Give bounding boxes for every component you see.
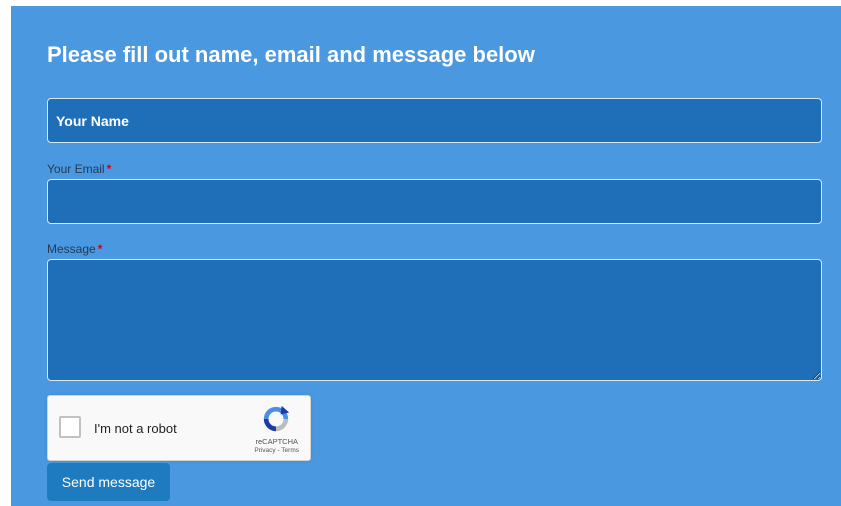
recaptcha-checkbox[interactable] <box>59 416 81 438</box>
send-message-button[interactable]: Send message <box>47 463 170 501</box>
recaptcha-checkbox-label: I'm not a robot <box>94 421 177 436</box>
recaptcha-brand: reCAPTCHA <box>255 437 298 446</box>
required-marker: * <box>97 242 103 256</box>
message-label: Message * <box>47 242 102 256</box>
required-marker: * <box>106 162 112 176</box>
recaptcha-widget: I'm not a robot reCAPTCHA Privacy - Term… <box>47 395 311 461</box>
message-label-text: Message <box>47 242 96 256</box>
email-label-text: Your Email <box>47 162 105 176</box>
message-textarea[interactable] <box>47 259 822 381</box>
contact-form-panel: Please fill out name, email and message … <box>11 6 841 506</box>
email-input[interactable] <box>47 179 822 224</box>
recaptcha-privacy-link[interactable]: Privacy <box>254 447 275 454</box>
form-title: Please fill out name, email and message … <box>47 42 535 67</box>
recaptcha-links: Privacy - Terms <box>254 447 299 454</box>
recaptcha-logo-icon <box>263 405 290 432</box>
recaptcha-terms-link[interactable]: Terms <box>281 447 299 454</box>
email-label: Your Email * <box>47 162 111 176</box>
name-input[interactable] <box>47 98 822 143</box>
